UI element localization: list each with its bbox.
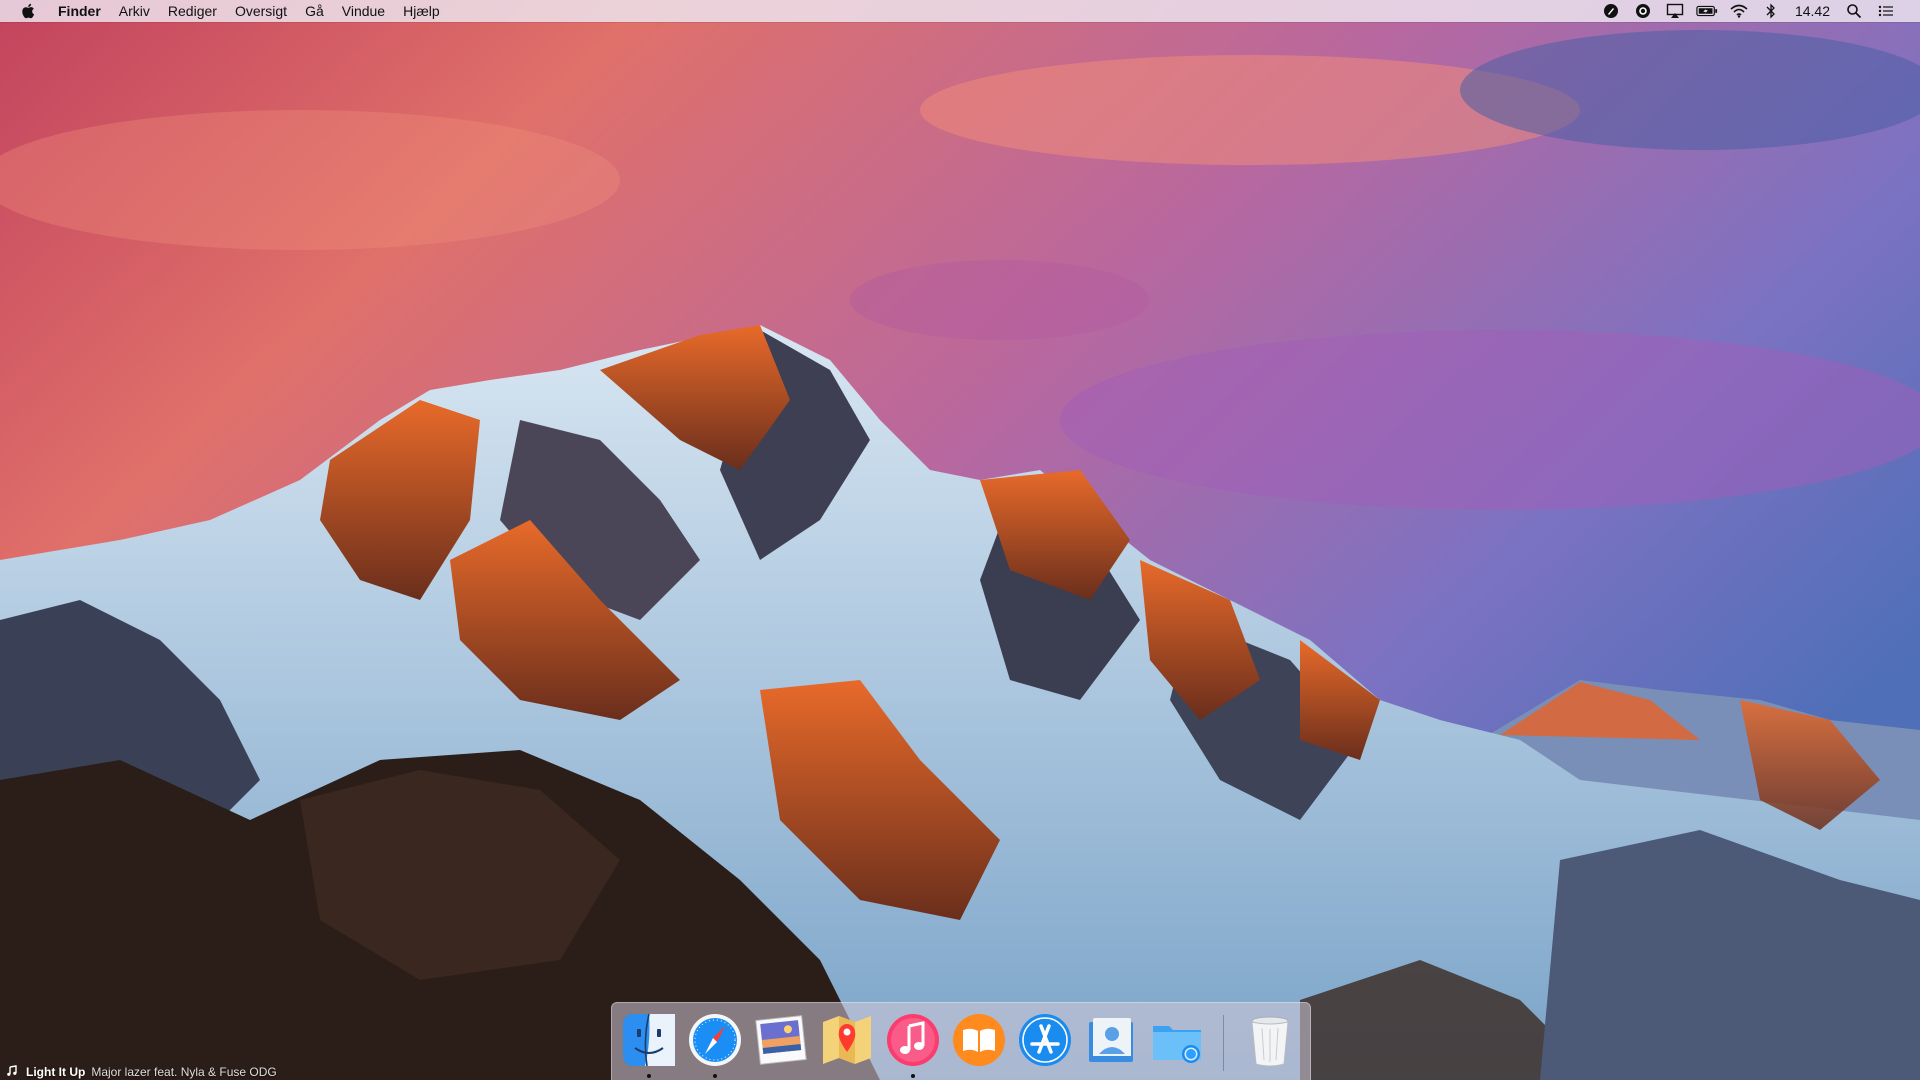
menu-arkiv[interactable]: Arkiv	[110, 0, 159, 22]
itunes-icon[interactable]	[885, 1012, 941, 1068]
now-playing-artist: Major lazer feat. Nyla & Fuse ODG	[91, 1065, 277, 1079]
folder-icon[interactable]	[1149, 1012, 1205, 1068]
menu-ga[interactable]: Gå	[296, 0, 333, 22]
contacts-icon[interactable]	[1083, 1012, 1139, 1068]
spotlight-icon[interactable]	[1843, 0, 1865, 22]
menu-bar-right: 14.42	[1595, 0, 1920, 22]
now-playing-title: Light It Up	[26, 1065, 86, 1079]
ring-icon[interactable]	[1632, 0, 1654, 22]
bluetooth-icon[interactable]	[1760, 0, 1782, 22]
finder-running-indicator	[647, 1074, 651, 1078]
menu-finder[interactable]: Finder	[52, 0, 110, 22]
dock	[611, 1002, 1311, 1080]
safari-icon[interactable]	[687, 1012, 743, 1068]
trash-icon[interactable]	[1242, 1012, 1298, 1068]
now-playing-widget[interactable]: Light It Up Major lazer feat. Nyla & Fus…	[6, 1064, 277, 1080]
menu-oversigt[interactable]: Oversigt	[226, 0, 296, 22]
menu-bar-left: Finder Arkiv Rediger Oversigt Gå Vindue …	[0, 0, 449, 22]
menu-vindue[interactable]: Vindue	[333, 0, 394, 22]
safari-running-indicator	[713, 1074, 717, 1078]
wifi-icon[interactable]	[1728, 0, 1750, 22]
desktop: Finder Arkiv Rediger Oversigt Gå Vindue …	[0, 0, 1920, 1080]
itunes-running-indicator	[911, 1074, 915, 1078]
menu-clock[interactable]: 14.42	[1787, 0, 1838, 22]
maps-icon[interactable]	[819, 1012, 875, 1068]
photos-icon[interactable]	[753, 1012, 809, 1068]
music-note-icon	[6, 1064, 18, 1080]
apple-menu-icon[interactable]	[18, 0, 38, 22]
pen-icon[interactable]	[1600, 0, 1622, 22]
finder-icon[interactable]	[621, 1012, 677, 1068]
airplay-icon[interactable]	[1664, 0, 1686, 22]
notification-center-icon[interactable]	[1875, 0, 1897, 22]
dock-separator	[1223, 1015, 1224, 1071]
menu-rediger[interactable]: Rediger	[159, 0, 226, 22]
app-store-icon[interactable]	[1017, 1012, 1073, 1068]
menu-bar: Finder Arkiv Rediger Oversigt Gå Vindue …	[0, 0, 1920, 22]
wallpaper-image	[0, 0, 1920, 1080]
ibooks-icon[interactable]	[951, 1012, 1007, 1068]
battery-icon[interactable]	[1696, 0, 1718, 22]
menu-hjaelp[interactable]: Hjælp	[394, 0, 449, 22]
